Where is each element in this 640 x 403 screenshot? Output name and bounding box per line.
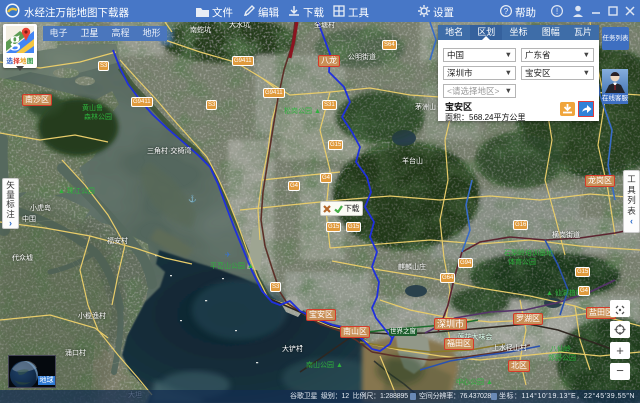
svg-text:?: ?: [504, 6, 509, 16]
svg-text:!: !: [556, 6, 558, 16]
svg-text:g: g: [10, 27, 21, 51]
